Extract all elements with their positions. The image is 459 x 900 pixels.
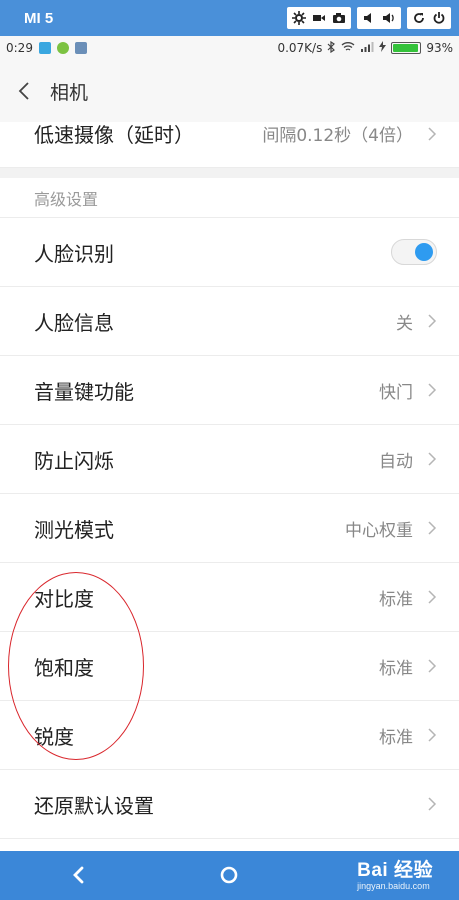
row-value: 自动	[379, 451, 413, 472]
row-value: 间隔0.12秒（4倍）	[262, 126, 413, 146]
emulator-tool-group-capture	[287, 7, 351, 29]
bluetooth-icon	[327, 40, 336, 56]
row-label: 音量键功能	[34, 379, 134, 404]
emulator-tools	[287, 7, 451, 29]
volume-down-icon[interactable]	[360, 9, 378, 27]
row-label: 人脸识别	[34, 241, 114, 266]
rotate-icon[interactable]	[410, 9, 428, 27]
row-value: 中心权重	[345, 520, 413, 541]
network-speed: 0.07K/s	[277, 41, 323, 55]
chevron-right-icon	[427, 451, 437, 467]
row-value: 标准	[379, 589, 413, 610]
chevron-right-icon	[427, 313, 437, 329]
row-label: 还原默认设置	[34, 793, 154, 818]
chevron-right-icon	[427, 126, 437, 142]
row-label: 低速摄像（延时）	[34, 123, 194, 147]
watermark-url: jingyan.baidu.com	[357, 881, 430, 891]
back-arrow-icon[interactable]	[14, 77, 34, 105]
battery-level	[393, 44, 418, 52]
battery-icon	[391, 42, 422, 54]
settings-row-anti-flicker[interactable]: 防止闪烁 自动	[0, 425, 459, 494]
notification-download-icon	[38, 42, 51, 54]
app-header: 相机	[0, 60, 459, 122]
settings-row-contrast[interactable]: 对比度 标准	[0, 563, 459, 632]
row-value: 关	[396, 313, 413, 334]
row-label: 饱和度	[34, 655, 94, 680]
settings-row-metering[interactable]: 测光模式 中心权重	[0, 494, 459, 563]
volume-up-icon[interactable]	[380, 9, 398, 27]
settings-gear-icon[interactable]	[290, 9, 308, 27]
chevron-right-icon	[427, 727, 437, 743]
nav-home-icon[interactable]	[209, 855, 249, 895]
signal-icon	[360, 41, 374, 55]
watermark-logo: Bai 经验 jingyan.baidu.com	[357, 855, 433, 891]
camera-icon[interactable]	[330, 9, 348, 27]
row-label: 锐度	[34, 724, 74, 749]
settings-row-volume-key[interactable]: 音量键功能 快门	[0, 356, 459, 425]
page-title: 相机	[50, 81, 89, 104]
charging-icon	[379, 41, 387, 55]
wifi-icon	[341, 41, 355, 55]
toggle-knob	[415, 243, 433, 261]
row-label: 测光模式	[34, 517, 114, 542]
notification-android-icon	[56, 42, 69, 54]
chevron-right-icon	[427, 658, 437, 674]
row-value: 标准	[379, 727, 413, 748]
settings-row-reset-defaults[interactable]: 还原默认设置	[0, 770, 459, 839]
settings-row-saturation[interactable]: 饱和度 标准	[0, 632, 459, 701]
settings-row-face-recognition[interactable]: 人脸识别	[0, 218, 459, 287]
section-title-advanced: 高级设置	[0, 178, 459, 218]
emulator-tool-group-power	[407, 7, 451, 29]
status-bar: 0:29 0.07K/s 93%	[0, 36, 459, 60]
battery-percent: 93%	[426, 41, 453, 55]
chevron-right-icon	[427, 796, 437, 812]
settings-row-face-info[interactable]: 人脸信息 关	[0, 287, 459, 356]
video-camera-icon[interactable]	[310, 9, 328, 27]
row-label: 人脸信息	[34, 310, 114, 335]
status-time: 0:29	[6, 41, 33, 55]
power-icon[interactable]	[430, 9, 448, 27]
notification-app-icon	[74, 42, 87, 54]
row-label: 防止闪烁	[34, 448, 114, 473]
row-label: 对比度	[34, 586, 94, 611]
row-value: 标准	[379, 658, 413, 679]
chevron-right-icon	[427, 589, 437, 605]
emulator-title: MI 5	[24, 9, 54, 27]
chevron-right-icon	[427, 520, 437, 536]
navigation-bar: Bai 经验 jingyan.baidu.com	[0, 851, 459, 900]
watermark-brand: Bai 经验	[357, 860, 433, 881]
chevron-right-icon	[427, 382, 437, 398]
row-value: 快门	[379, 382, 413, 403]
settings-list[interactable]: 低速摄像（延时） 间隔0.12秒（4倍） 高级设置 人脸识别 人脸信息 关 音量…	[0, 100, 459, 839]
section-divider	[0, 168, 459, 178]
settings-row-sharpness[interactable]: 锐度 标准	[0, 701, 459, 770]
emulator-toolbar: MI 5	[0, 0, 459, 36]
nav-back-icon[interactable]	[58, 855, 98, 895]
emulator-tool-group-volume	[357, 7, 401, 29]
face-recognition-toggle[interactable]	[391, 239, 437, 265]
